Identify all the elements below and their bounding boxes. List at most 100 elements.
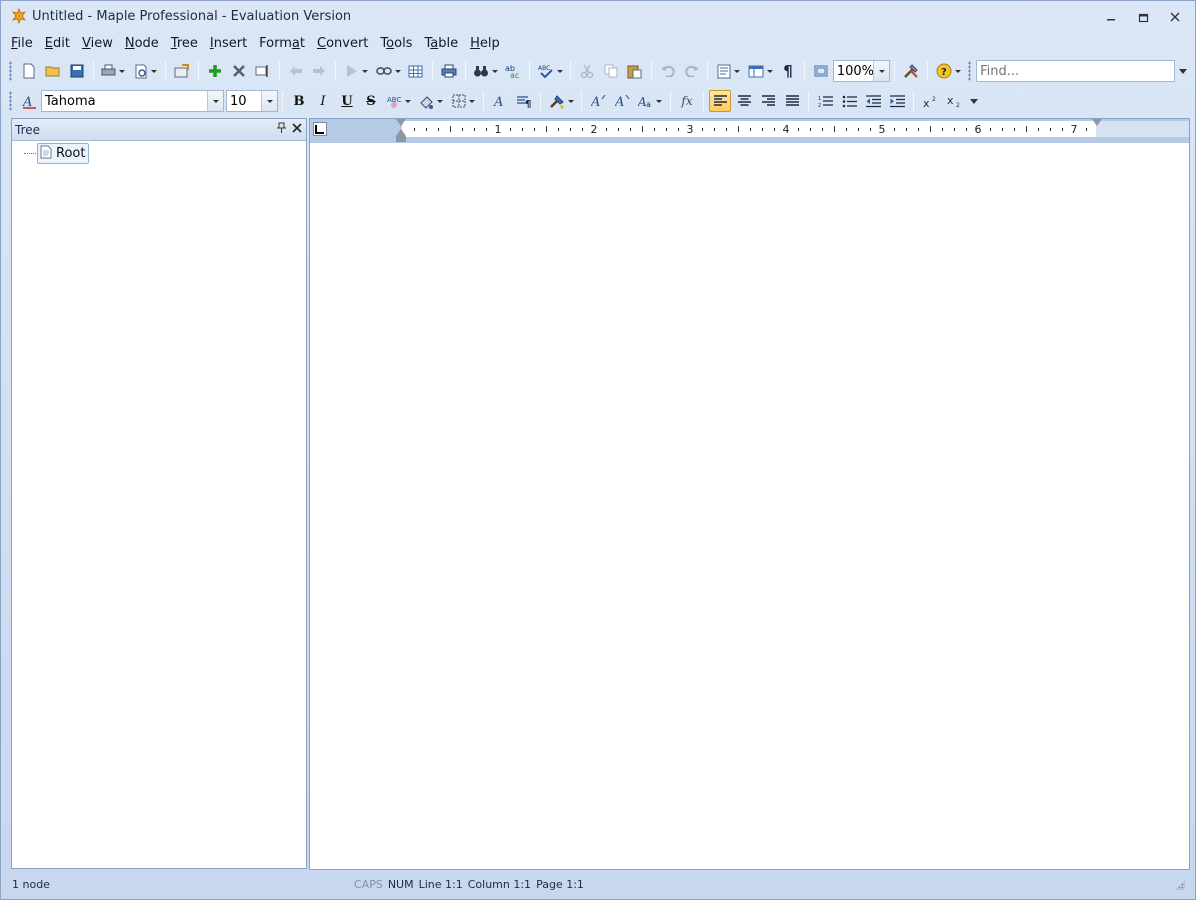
columns-dropdown-icon[interactable] (745, 60, 775, 82)
tree-node-root[interactable]: Root (24, 143, 90, 164)
menu-tools[interactable]: Tools (374, 36, 418, 51)
toolbar-separator (650, 61, 652, 81)
back-arrow-icon[interactable] (285, 60, 307, 82)
paste-icon[interactable] (624, 60, 646, 82)
pilcrow-icon[interactable]: ¶ (777, 60, 799, 82)
chevron-down-icon[interactable] (873, 61, 890, 81)
ruler-tick (1038, 127, 1039, 131)
restore-button[interactable] (1129, 7, 1157, 27)
print-dropdown-icon[interactable] (99, 60, 129, 82)
subscript-icon[interactable]: x2 (943, 90, 965, 112)
rename-node-icon[interactable] (252, 60, 274, 82)
help-dropdown-icon[interactable]: ? (933, 60, 963, 82)
bookmark-dropdown-icon[interactable] (341, 60, 371, 82)
paragraph-style-icon[interactable]: ¶ (513, 90, 535, 112)
resize-grip[interactable] (1175, 880, 1185, 890)
grow-font-icon[interactable]: A (587, 90, 609, 112)
zoom-icon[interactable] (810, 60, 832, 82)
tree-node-root-selected[interactable]: Root (37, 143, 90, 164)
superscript-icon[interactable]: x2 (919, 90, 941, 112)
shrink-font-icon[interactable]: A (611, 90, 633, 112)
chevron-down-icon[interactable] (261, 91, 277, 111)
tools-icon[interactable] (900, 60, 922, 82)
delete-node-icon[interactable] (228, 60, 250, 82)
document-editor[interactable]: 12345678 (309, 118, 1190, 870)
align-center-icon[interactable] (733, 90, 755, 112)
ruler-tick (1050, 127, 1051, 131)
underline-icon[interactable]: U (336, 90, 358, 112)
ruler-tick (438, 127, 439, 131)
find-binoculars-dropdown-icon[interactable] (471, 60, 501, 82)
menu-format[interactable]: Format (253, 36, 311, 51)
new-document-icon[interactable] (18, 60, 40, 82)
bold-icon[interactable]: B (288, 90, 310, 112)
menu-edit[interactable]: Edit (39, 36, 76, 51)
close-panel-icon[interactable] (292, 122, 302, 136)
copy-icon[interactable] (600, 60, 622, 82)
toolbar-grip[interactable] (9, 91, 12, 111)
borders-dropdown-icon[interactable] (448, 90, 478, 112)
hanging-indent-marker[interactable] (396, 129, 406, 136)
align-right-icon[interactable] (757, 90, 779, 112)
increase-indent-icon[interactable] (886, 90, 908, 112)
ruler[interactable]: 12345678 (310, 119, 1189, 143)
ruler-strip[interactable]: 12345678 (402, 121, 1174, 137)
zoom-select[interactable]: 100% (832, 60, 891, 82)
menu-insert[interactable]: Insert (204, 36, 253, 51)
menu-convert[interactable]: Convert (311, 36, 374, 51)
chevron-down-icon[interactable] (207, 91, 223, 111)
cut-icon[interactable] (576, 60, 598, 82)
numbered-list-icon[interactable]: 12 (814, 90, 836, 112)
insert-table-icon[interactable] (405, 60, 427, 82)
italic-icon[interactable]: I (312, 90, 334, 112)
find-input[interactable] (976, 60, 1175, 82)
align-left-icon[interactable] (709, 90, 731, 112)
menu-tree[interactable]: Tree (165, 36, 204, 51)
menu-help[interactable]: Help (464, 36, 506, 51)
undo-icon[interactable] (657, 60, 679, 82)
first-line-indent-marker[interactable] (396, 119, 406, 126)
menu-node[interactable]: Node (119, 36, 165, 51)
right-indent-marker[interactable] (1092, 119, 1102, 126)
font-color-dropdown-icon[interactable]: ABC (384, 90, 414, 112)
find-options-dropdown-icon[interactable] (1176, 60, 1190, 82)
toolbar-grip[interactable] (9, 61, 12, 81)
properties-icon[interactable] (171, 60, 193, 82)
minimize-button[interactable] (1097, 7, 1125, 27)
decrease-indent-icon[interactable] (862, 90, 884, 112)
ruler-tick (462, 127, 463, 131)
bullet-list-icon[interactable] (838, 90, 860, 112)
close-button[interactable] (1161, 7, 1189, 27)
save-icon[interactable] (66, 60, 88, 82)
formula-fx-icon[interactable]: fx (676, 90, 698, 112)
font-size-select[interactable]: 10 (226, 90, 278, 112)
format-painter-dropdown-icon[interactable] (546, 90, 576, 112)
spell-check-dropdown-icon[interactable]: ABC (535, 60, 565, 82)
page-layout-dropdown-icon[interactable] (713, 60, 743, 82)
menu-file[interactable]: File (5, 36, 39, 51)
justify-icon[interactable] (781, 90, 803, 112)
menu-view[interactable]: View (76, 36, 119, 51)
tab-stop-selector[interactable] (313, 122, 327, 136)
menu-table[interactable]: Table (418, 36, 464, 51)
toolbar-options-dropdown-icon[interactable] (967, 90, 981, 112)
toolbar-grip[interactable] (968, 61, 972, 81)
title-bar[interactable]: Untitled - Maple Professional - Evaluati… (1, 1, 1195, 31)
print-preview-dropdown-icon[interactable] (130, 60, 160, 82)
hyperlink-dropdown-icon[interactable] (373, 60, 403, 82)
character-style-icon[interactable]: A (489, 90, 511, 112)
font-name-select[interactable]: Tahoma (41, 90, 224, 112)
printer-icon[interactable] (438, 60, 460, 82)
open-folder-icon[interactable] (42, 60, 64, 82)
redo-icon[interactable] (681, 60, 703, 82)
ruler-number: 7 (1070, 123, 1078, 136)
left-indent-marker[interactable] (396, 136, 406, 142)
highlight-dropdown-icon[interactable] (416, 90, 446, 112)
pin-icon[interactable] (277, 122, 286, 136)
replace-icon[interactable]: ab ac (503, 60, 525, 82)
strikethrough-icon[interactable]: S (360, 90, 382, 112)
add-node-icon[interactable] (204, 60, 226, 82)
font-style-icon[interactable]: A (18, 90, 40, 112)
change-case-dropdown-icon[interactable]: Aa (635, 90, 665, 112)
forward-arrow-icon[interactable] (308, 60, 330, 82)
